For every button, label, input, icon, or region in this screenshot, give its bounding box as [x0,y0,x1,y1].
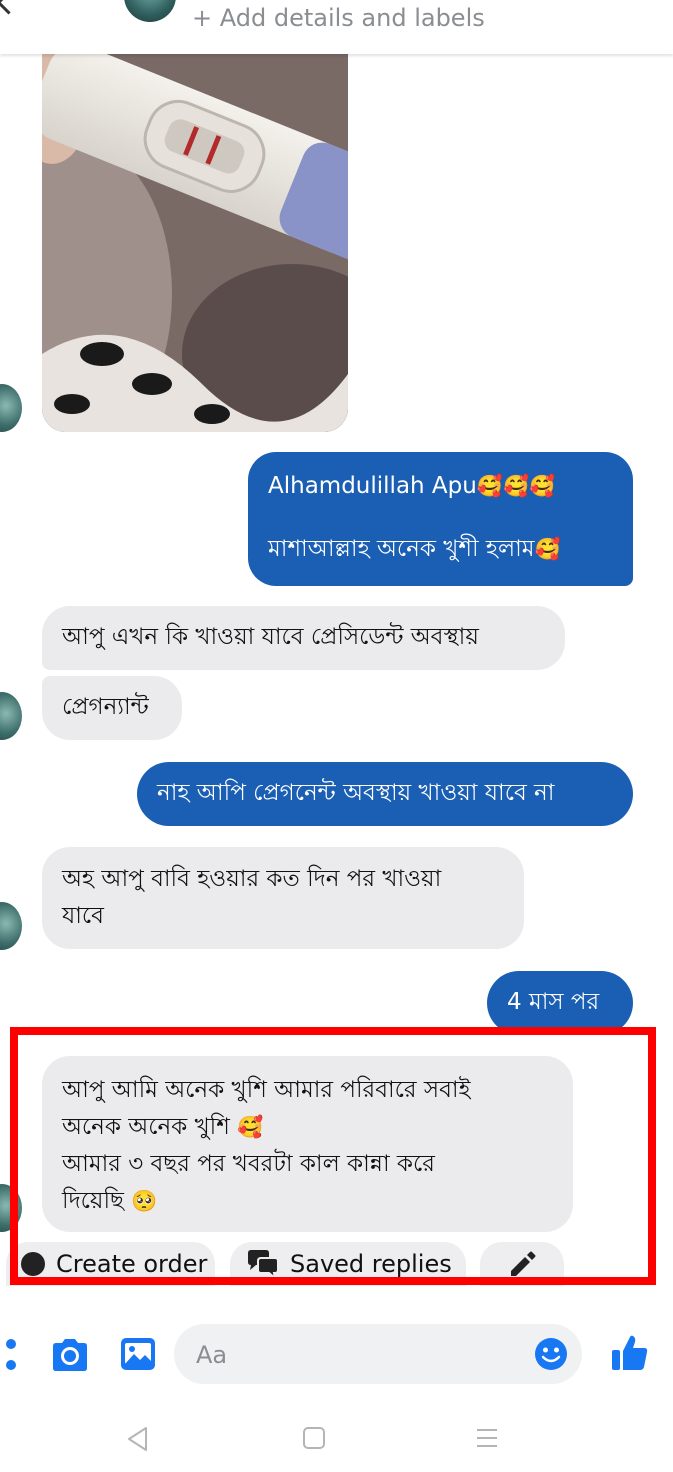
message-text: নাহ আপি প্রেগনেন্ট অবস্থায় খাওয়া যাবে … [157,780,555,806]
message-text: প্রেগন্যান্ট [62,694,149,720]
message-text: আপু এখন কি খাওয়া যাবে প্রেসিডেন্ট অবস্থ… [62,624,479,650]
camera-icon[interactable] [50,1338,90,1372]
message-text: Alhamdulillah Apu [268,473,477,499]
outgoing-message[interactable]: নাহ আপি প্রেগনেন্ট অবস্থায় খাওয়া যাবে … [137,762,633,826]
create-order-label: Create order [56,1250,208,1278]
chat-bubbles-icon [248,1250,279,1279]
smiling-face-hearts-icon: 🥰 [534,537,561,561]
message-text: আপু আমি অনেক খুশি আমার পরিবারে সবাই [62,1077,471,1103]
contact-avatar-small [0,902,22,950]
contact-avatar-small [0,1184,22,1232]
outgoing-message[interactable]: 4 মাস পর [487,971,633,1035]
thumbs-up-icon[interactable] [611,1334,649,1372]
saved-replies-button[interactable]: Saved replies [230,1242,466,1286]
message-text: অহ আপু বাবি হওয়ার কত দিন পর খাওয়া [62,866,442,892]
contact-avatar-small [0,384,22,432]
nav-menu-icon[interactable] [476,1427,498,1449]
pregnancy-test-photo[interactable] [42,54,348,432]
pencil-icon [511,1251,536,1276]
incoming-message[interactable]: প্রেগন্যান্ট [42,676,182,740]
pleading-face-icon: 🥺 [131,1189,158,1213]
nav-back-icon[interactable] [126,1426,150,1452]
gallery-icon[interactable] [120,1337,156,1371]
smiling-face-hearts-icon: 🥰🥰🥰 [476,474,556,498]
incoming-message[interactable]: আপু এখন কি খাওয়া যাবে প্রেসিডেন্ট অবস্থ… [42,606,565,670]
saved-replies-label: Saved replies [290,1250,452,1278]
message-text: আমার ৩ বছর পর খবরটা কাল কান্না করে [62,1151,435,1177]
message-text: 4 মাস পর [507,989,600,1015]
contact-avatar-small [0,692,22,740]
message-text: দিয়েছি [62,1188,124,1214]
message-text: অনেক অনেক খুশি [62,1114,230,1140]
emoji-icon[interactable] [534,1337,568,1371]
back-icon[interactable] [0,0,21,15]
message-text: যাবে [62,903,104,929]
nav-home-icon[interactable] [302,1426,326,1450]
system-nav-bar [0,1404,673,1472]
create-order-button[interactable]: Create order [6,1242,215,1286]
incoming-message[interactable]: অহ আপু বাবি হওয়ার কত দিন পর খাওয়া যাবে [42,847,524,949]
incoming-message[interactable]: আপু আমি অনেক খুশি আমার পরিবারে সবাই অনেক… [42,1056,573,1232]
contact-avatar[interactable] [124,0,176,22]
order-icon [21,1252,45,1276]
conversation-header: + Add details and labels [0,0,673,54]
message-input[interactable] [194,1324,528,1386]
message-input-container[interactable] [174,1324,582,1386]
edit-button[interactable] [480,1242,564,1286]
message-text: মাশাআল্লাহ অনেক খুশী হলাম [268,536,535,562]
more-dots-icon[interactable] [4,1338,18,1372]
smiling-face-hearts-icon: 🥰 [237,1115,264,1139]
outgoing-message[interactable]: Alhamdulillah Apu🥰🥰🥰 মাশাআল্লাহ অনেক খুশ… [248,452,633,586]
photo-illustration [42,54,348,432]
add-details-link[interactable]: + Add details and labels [192,4,485,32]
